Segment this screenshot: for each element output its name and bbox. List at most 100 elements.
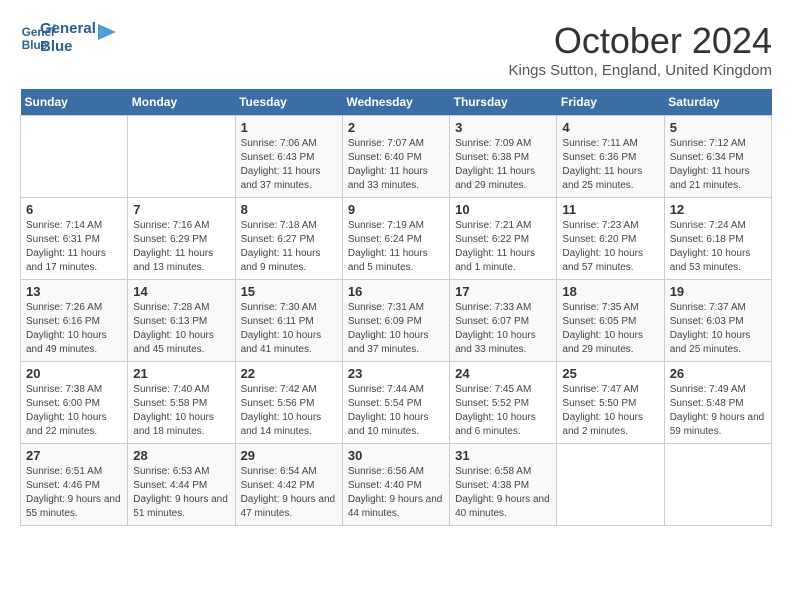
calendar-cell: 26 Sunrise: 7:49 AMSunset: 5:48 PMDayligh… bbox=[664, 362, 771, 444]
day-detail: Sunrise: 7:19 AMSunset: 6:24 PMDaylight:… bbox=[348, 219, 444, 275]
weekday-header-sunday: Sunday bbox=[21, 89, 128, 116]
weekday-header-row: SundayMondayTuesdayWednesdayThursdayFrid… bbox=[21, 89, 772, 116]
calendar-cell: 17 Sunrise: 7:33 AMSunset: 6:07 PMDayligh… bbox=[450, 280, 557, 362]
day-number: 30 bbox=[348, 448, 444, 463]
calendar-cell: 16Sunrise: 7:31 AMSunset: 6:09 PMDayligh… bbox=[342, 280, 449, 362]
calendar-week-row: 1Sunrise: 7:06 AMSunset: 6:43 PMDaylight… bbox=[21, 116, 772, 198]
calendar-cell: 4Sunrise: 7:11 AMSunset: 6:36 PMDaylight… bbox=[557, 116, 664, 198]
weekday-header-friday: Friday bbox=[557, 89, 664, 116]
day-detail: Sunrise: 7:47 AMSunset: 5:50 PMDaylight:… bbox=[562, 383, 658, 439]
day-number: 9 bbox=[348, 202, 444, 217]
calendar-cell: 12Sunrise: 7:24 AMSunset: 6:18 PMDayligh… bbox=[664, 198, 771, 280]
day-detail: Sunrise: 6:54 AMSunset: 4:42 PMDaylight:… bbox=[241, 465, 337, 521]
calendar-table: SundayMondayTuesdayWednesdayThursdayFrid… bbox=[20, 89, 772, 526]
calendar-cell: 22 Sunrise: 7:42 AMSunset: 5:56 PMDayligh… bbox=[235, 362, 342, 444]
day-number: 7 bbox=[133, 202, 229, 217]
day-detail: Sunrise: 7:30 AMSunset: 6:11 PMDaylight:… bbox=[241, 301, 337, 357]
calendar-cell: 23 Sunrise: 7:44 AMSunset: 5:54 PMDayligh… bbox=[342, 362, 449, 444]
day-detail: Sunrise: 6:58 AMSunset: 4:38 PMDaylight:… bbox=[455, 465, 551, 521]
calendar-cell: 21 Sunrise: 7:40 AMSunset: 5:58 PMDayligh… bbox=[128, 362, 235, 444]
calendar-week-row: 13 Sunrise: 7:26 AMSunset: 6:16 PMDayligh… bbox=[21, 280, 772, 362]
day-number: 2 bbox=[348, 120, 444, 135]
day-detail: Sunrise: 6:53 AMSunset: 4:44 PMDaylight:… bbox=[133, 465, 229, 521]
weekday-header-saturday: Saturday bbox=[664, 89, 771, 116]
day-number: 20 bbox=[26, 366, 122, 381]
day-number: 5 bbox=[670, 120, 766, 135]
calendar-cell bbox=[664, 444, 771, 526]
day-number: 3 bbox=[455, 120, 551, 135]
day-number: 13 bbox=[26, 284, 122, 299]
calendar-cell: 14 Sunrise: 7:28 AMSunset: 6:13 PMDayligh… bbox=[128, 280, 235, 362]
weekday-header-tuesday: Tuesday bbox=[235, 89, 342, 116]
calendar-cell: 27 Sunrise: 6:51 AMSunset: 4:46 PMDayligh… bbox=[21, 444, 128, 526]
day-number: 21 bbox=[133, 366, 229, 381]
weekday-header-wednesday: Wednesday bbox=[342, 89, 449, 116]
day-detail: Sunrise: 7:09 AMSunset: 6:38 PMDaylight:… bbox=[455, 137, 551, 193]
day-number: 19 bbox=[670, 284, 766, 299]
day-number: 16 bbox=[348, 284, 444, 299]
logo-flag-icon bbox=[98, 24, 116, 48]
day-number: 31 bbox=[455, 448, 551, 463]
day-number: 28 bbox=[133, 448, 229, 463]
day-detail: Sunrise: 6:56 AMSunset: 4:40 PMDaylight:… bbox=[348, 465, 444, 521]
calendar-cell: 8Sunrise: 7:18 AMSunset: 6:27 PMDaylight… bbox=[235, 198, 342, 280]
calendar-cell: 29 Sunrise: 6:54 AMSunset: 4:42 PMDayligh… bbox=[235, 444, 342, 526]
day-detail: Sunrise: 7:21 AMSunset: 6:22 PMDaylight:… bbox=[455, 219, 551, 275]
calendar-cell: 18 Sunrise: 7:35 AMSunset: 6:05 PMDayligh… bbox=[557, 280, 664, 362]
day-detail: Sunrise: 7:12 AMSunset: 6:34 PMDaylight:… bbox=[670, 137, 766, 193]
day-detail: Sunrise: 7:35 AMSunset: 6:05 PMDaylight:… bbox=[562, 301, 658, 357]
day-number: 10 bbox=[455, 202, 551, 217]
day-number: 29 bbox=[241, 448, 337, 463]
calendar-cell: 1Sunrise: 7:06 AMSunset: 6:43 PMDaylight… bbox=[235, 116, 342, 198]
calendar-cell: 13 Sunrise: 7:26 AMSunset: 6:16 PMDayligh… bbox=[21, 280, 128, 362]
day-detail: Sunrise: 7:37 AMSunset: 6:03 PMDaylight:… bbox=[670, 301, 766, 357]
day-detail: Sunrise: 7:26 AMSunset: 6:16 PMDaylight:… bbox=[26, 301, 122, 357]
title-area: October 2024 Kings Sutton, England, Unit… bbox=[508, 20, 772, 79]
day-number: 1 bbox=[241, 120, 337, 135]
day-number: 26 bbox=[670, 366, 766, 381]
calendar-week-row: 27 Sunrise: 6:51 AMSunset: 4:46 PMDayligh… bbox=[21, 444, 772, 526]
calendar-cell: 25Sunrise: 7:47 AMSunset: 5:50 PMDayligh… bbox=[557, 362, 664, 444]
calendar-cell bbox=[128, 116, 235, 198]
day-detail: Sunrise: 7:18 AMSunset: 6:27 PMDaylight:… bbox=[241, 219, 337, 275]
day-detail: Sunrise: 7:11 AMSunset: 6:36 PMDaylight:… bbox=[562, 137, 658, 193]
day-number: 17 bbox=[455, 284, 551, 299]
day-detail: Sunrise: 7:23 AMSunset: 6:20 PMDaylight:… bbox=[562, 219, 658, 275]
day-number: 22 bbox=[241, 366, 337, 381]
calendar-cell: 15Sunrise: 7:30 AMSunset: 6:11 PMDayligh… bbox=[235, 280, 342, 362]
calendar-week-row: 20Sunrise: 7:38 AMSunset: 6:00 PMDayligh… bbox=[21, 362, 772, 444]
day-detail: Sunrise: 7:49 AMSunset: 5:48 PMDaylight:… bbox=[670, 383, 766, 439]
day-detail: Sunrise: 7:42 AMSunset: 5:56 PMDaylight:… bbox=[241, 383, 337, 439]
day-detail: Sunrise: 6:51 AMSunset: 4:46 PMDaylight:… bbox=[26, 465, 122, 521]
day-detail: Sunrise: 7:33 AMSunset: 6:07 PMDaylight:… bbox=[455, 301, 551, 357]
calendar-cell: 3 Sunrise: 7:09 AMSunset: 6:38 PMDaylight… bbox=[450, 116, 557, 198]
calendar-cell: 11 Sunrise: 7:23 AMSunset: 6:20 PMDayligh… bbox=[557, 198, 664, 280]
calendar-cell bbox=[557, 444, 664, 526]
day-number: 11 bbox=[562, 202, 658, 217]
calendar-cell: 28 Sunrise: 6:53 AMSunset: 4:44 PMDayligh… bbox=[128, 444, 235, 526]
calendar-cell: 31 Sunrise: 6:58 AMSunset: 4:38 PMDayligh… bbox=[450, 444, 557, 526]
day-detail: Sunrise: 7:14 AMSunset: 6:31 PMDaylight:… bbox=[26, 219, 122, 275]
month-title: October 2024 bbox=[508, 20, 772, 62]
weekday-header-monday: Monday bbox=[128, 89, 235, 116]
calendar-cell: 30 Sunrise: 6:56 AMSunset: 4:40 PMDayligh… bbox=[342, 444, 449, 526]
day-detail: Sunrise: 7:40 AMSunset: 5:58 PMDaylight:… bbox=[133, 383, 229, 439]
day-detail: Sunrise: 7:24 AMSunset: 6:18 PMDaylight:… bbox=[670, 219, 766, 275]
day-number: 6 bbox=[26, 202, 122, 217]
day-detail: Sunrise: 7:28 AMSunset: 6:13 PMDaylight:… bbox=[133, 301, 229, 357]
logo-text-line2: Blue bbox=[40, 38, 96, 56]
day-detail: Sunrise: 7:07 AMSunset: 6:40 PMDaylight:… bbox=[348, 137, 444, 193]
calendar-week-row: 6 Sunrise: 7:14 AMSunset: 6:31 PMDaylight… bbox=[21, 198, 772, 280]
calendar-cell: 2 Sunrise: 7:07 AMSunset: 6:40 PMDaylight… bbox=[342, 116, 449, 198]
day-detail: Sunrise: 7:44 AMSunset: 5:54 PMDaylight:… bbox=[348, 383, 444, 439]
calendar-cell: 19 Sunrise: 7:37 AMSunset: 6:03 PMDayligh… bbox=[664, 280, 771, 362]
day-number: 14 bbox=[133, 284, 229, 299]
page-header: General Blue General Blue October 2024 K… bbox=[20, 20, 772, 79]
day-number: 27 bbox=[26, 448, 122, 463]
day-number: 18 bbox=[562, 284, 658, 299]
logo: General Blue General Blue bbox=[20, 20, 116, 56]
day-detail: Sunrise: 7:16 AMSunset: 6:29 PMDaylight:… bbox=[133, 219, 229, 275]
calendar-cell: 5 Sunrise: 7:12 AMSunset: 6:34 PMDaylight… bbox=[664, 116, 771, 198]
calendar-cell: 20Sunrise: 7:38 AMSunset: 6:00 PMDayligh… bbox=[21, 362, 128, 444]
day-number: 23 bbox=[348, 366, 444, 381]
